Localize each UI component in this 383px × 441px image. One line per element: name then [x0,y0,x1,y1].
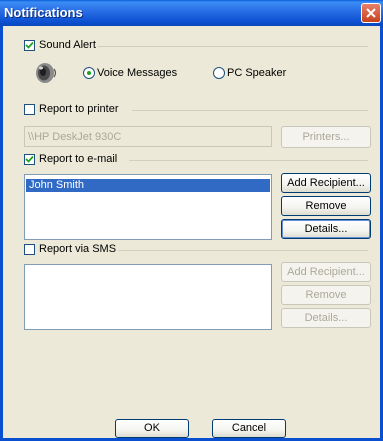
report-via-sms-label[interactable]: Report via SMS [39,243,116,256]
radio-selected-dot [87,71,91,75]
ok-button[interactable]: OK [115,419,189,438]
notifications-dialog: Notifications Sound Alert Voice Messages… [0,0,383,441]
checkmark-icon [25,155,34,163]
section-divider [98,46,368,47]
printer-name-field[interactable]: \\HP DeskJet 930C [24,126,272,147]
sms-remove-recipient-button[interactable]: Remove Recipient [281,285,371,319]
printers-button[interactable]: Printers... [281,126,371,148]
speaker-icon [34,61,58,85]
section-divider [132,110,368,111]
voice-messages-label[interactable]: Voice Messages [97,67,177,80]
report-to-printer-label[interactable]: Report to printer [39,103,118,116]
email-details-button[interactable]: Details... [281,219,371,239]
close-button[interactable] [361,3,381,23]
cancel-button[interactable]: Cancel [212,419,286,438]
report-to-email-checkbox[interactable] [24,154,35,165]
close-icon [366,8,376,18]
sound-alert-label[interactable]: Sound Alert [39,39,96,52]
report-to-printer-checkbox[interactable] [24,104,35,115]
pc-speaker-label[interactable]: PC Speaker [227,67,286,80]
pc-speaker-radio[interactable] [213,67,225,79]
window-title: Notifications [4,5,83,20]
title-bar[interactable]: Notifications [0,0,383,26]
section-divider [118,250,368,251]
report-to-email-label[interactable]: Report to e-mail [39,153,117,166]
sms-add-recipient-button[interactable]: Add Recipient... [281,262,371,282]
email-remove-recipient-button[interactable]: Remove Recipient [281,196,371,230]
window-frame-left [0,26,3,441]
list-item[interactable]: John Smith [26,179,270,192]
printer-name-value: \\HP DeskJet 930C [28,131,122,143]
sms-recipients-list[interactable] [24,264,272,330]
section-divider [129,160,368,161]
checkmark-icon [25,41,34,49]
email-add-recipient-button[interactable]: Add Recipient... [281,173,371,193]
report-via-sms-checkbox[interactable] [24,244,35,255]
sms-details-button[interactable]: Details... [281,308,371,328]
sound-alert-checkbox[interactable] [24,40,35,51]
email-recipients-list[interactable]: John Smith [24,174,272,240]
voice-messages-radio[interactable] [83,67,95,79]
